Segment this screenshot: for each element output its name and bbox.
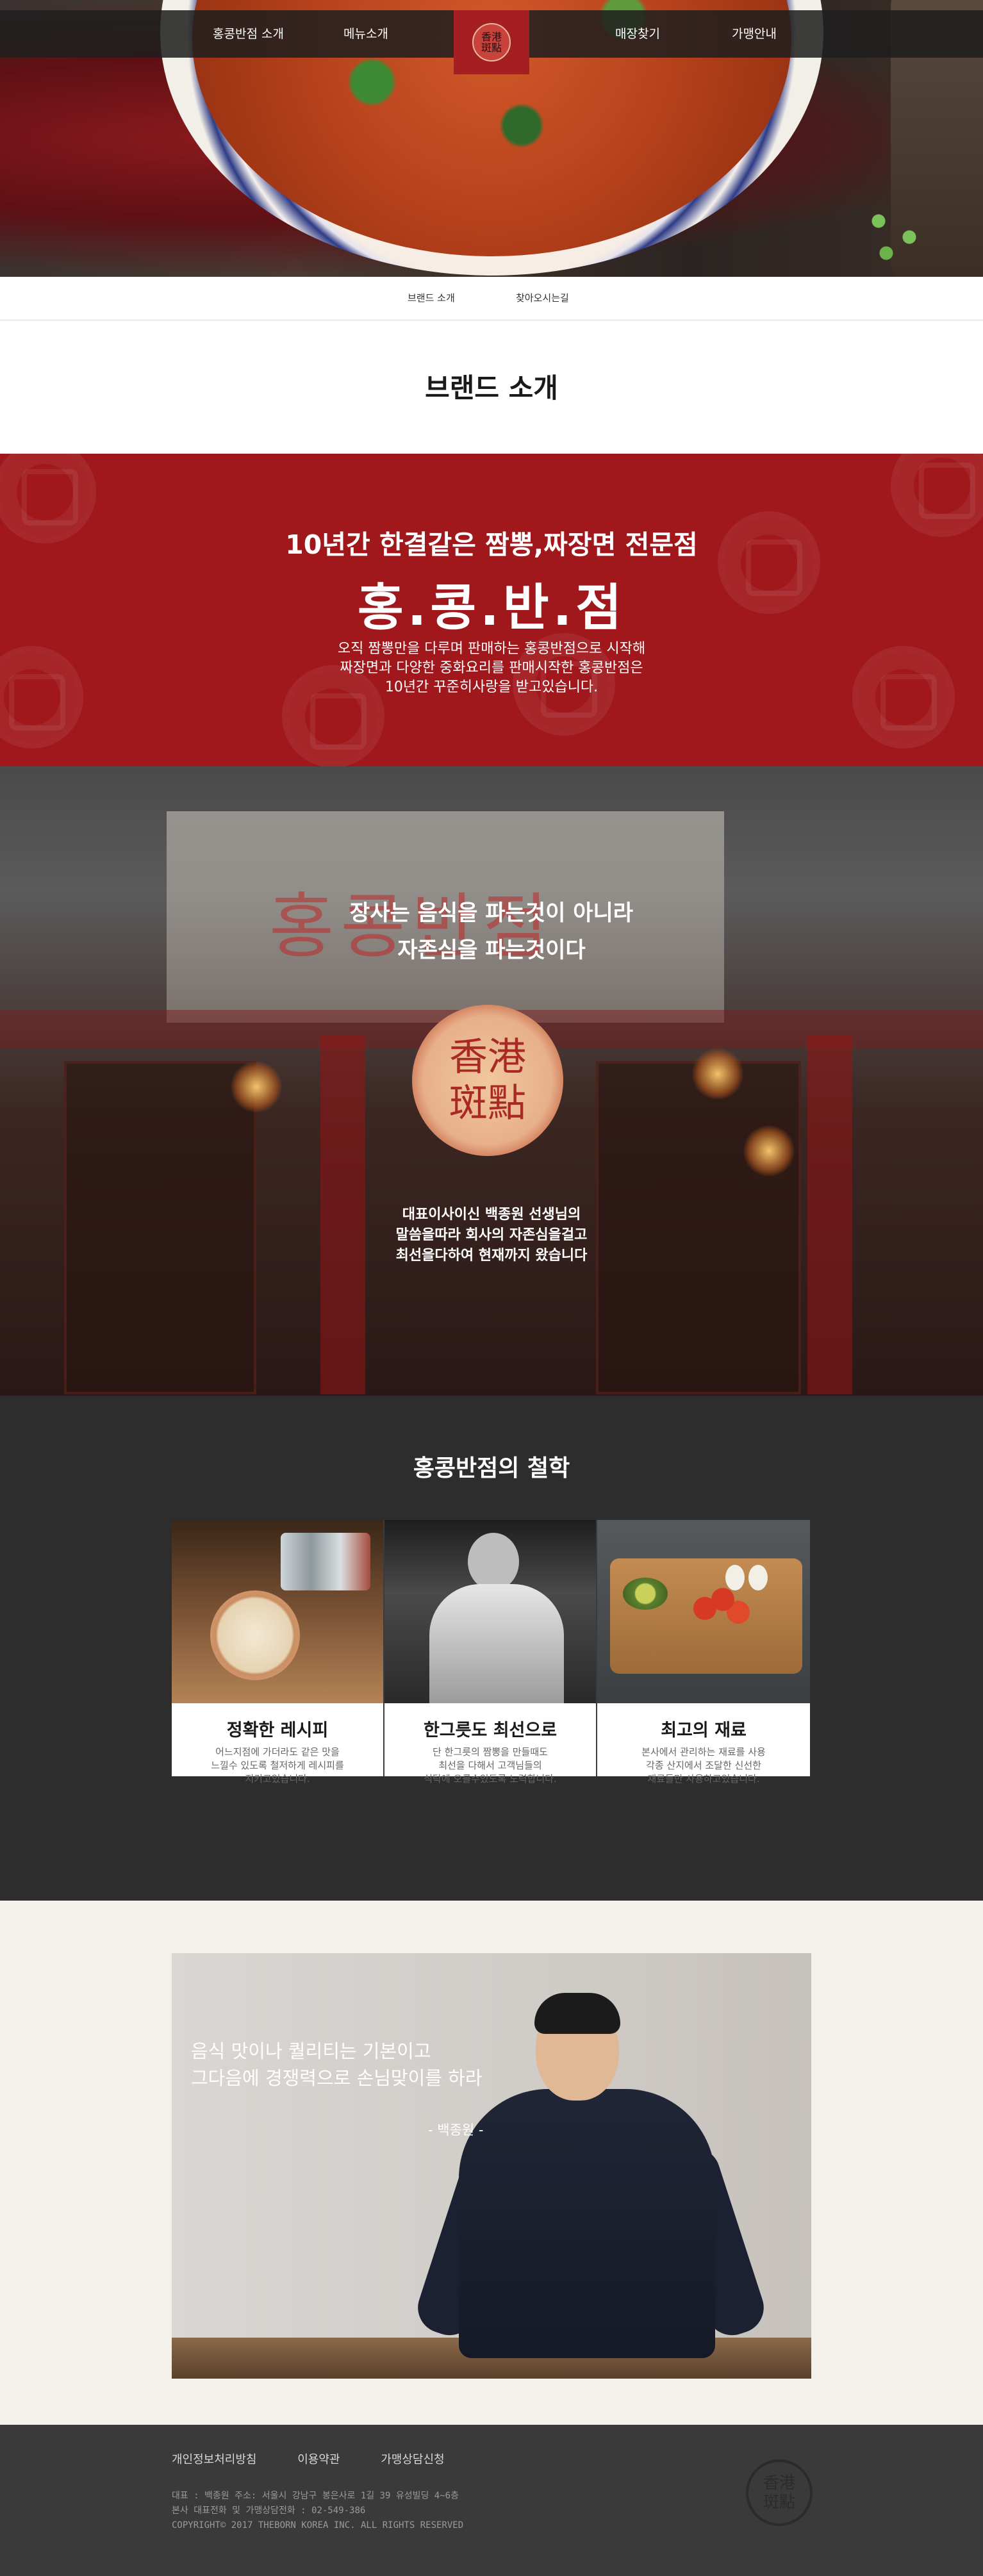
kitchen-scale-image: [172, 1520, 383, 1703]
card-description-line: 단 한그릇의 짬뽕을 만들때도: [433, 1746, 548, 1758]
philosophy-card: 한그릇도 최선으로 단 한그릇의 짬뽕을 만들때도 최선을 다해서 고객님들의 …: [384, 1520, 597, 1785]
chef-portrait-image: [459, 2089, 715, 2358]
footer-links: 개인정보처리방침 이용약관 가맹상담신청: [172, 2450, 482, 2467]
nav-item-franchise[interactable]: 가맹안내: [732, 10, 777, 58]
footer-link-terms[interactable]: 이용약관: [297, 2453, 340, 2466]
store-message-line: 최선을다하여 현재까지 왔습니다: [395, 1248, 588, 1264]
lantern-image: [743, 1125, 795, 1177]
chef-body-shape: [429, 1584, 564, 1703]
nav-item-store-finder[interactable]: 매장찾기: [615, 10, 660, 58]
philosophy-cards: 정확한 레시피 어느지점에 가더라도 같은 맛을 느낄수 있도록 철저하게 레시…: [172, 1520, 811, 1785]
intro-description-line: 10년간 꾸준히사랑을 받고있습니다.: [384, 679, 599, 695]
philosophy-card: 최고의 재료 본사에서 관리하는 재료를 사용 각종 산지에서 조달한 신선한 …: [597, 1520, 810, 1785]
logo-seal: 香港 斑點: [472, 23, 511, 62]
card-description-line: 어느지점에 가더라도 같은 맛을: [215, 1746, 340, 1758]
brand-seal: 香港 斑點: [412, 1005, 563, 1156]
card-description: 본사에서 관리하는 재료를 사용 각종 산지에서 조달한 신선한 재료들만 사용…: [597, 1746, 810, 1786]
seal-text: 香港 斑點: [449, 1035, 526, 1126]
logo-text: 香港 斑點: [481, 31, 502, 54]
lantern-image: [692, 1048, 743, 1100]
company-info-line: 본사 대표전화 및 가맹상담전화 : 02-549-386: [172, 2506, 366, 2516]
egg-shape: [725, 1565, 745, 1590]
storefront-section: 홍콩반점 장사는 음식을 파는것이 아니라 자존심을 파는것이다 香港 斑點 대…: [0, 766, 983, 1396]
footer-logo-text: 香港 斑點: [763, 2473, 795, 2511]
nav-item-menu[interactable]: 메뉴소개: [343, 10, 388, 58]
store-message-line: 말씀을따라 회사의 자존심을걸고: [395, 1227, 588, 1243]
subnav-item-brand-intro[interactable]: 브랜드 소개: [408, 291, 455, 304]
site-footer: 개인정보처리방침 이용약관 가맹상담신청 대표 : 백종원 주소: 서울시 강남…: [0, 2425, 983, 2576]
chef-hair-shape: [534, 1993, 620, 2034]
footer-logo: 香港 斑點: [746, 2459, 813, 2526]
store-motto: 장사는 음식을 파는것이 아니라 자존심을 파는것이다: [0, 895, 983, 969]
footer-link-privacy[interactable]: 개인정보처리방침: [172, 2453, 256, 2466]
philosophy-title: 홍콩반점의 철학: [413, 1455, 570, 1482]
card-description-line: 최선을 다해서 고객님들의: [438, 1760, 542, 1771]
store-motto-line: 장사는 음식을 파는것이 아니라: [349, 900, 634, 926]
company-info: 대표 : 백종원 주소: 서울시 강남구 봉은사로 1길 39 유성빌딩 4~6…: [172, 2489, 463, 2533]
card-title: 최고의 재료: [661, 1721, 747, 1740]
brand-logo[interactable]: 香港 斑點: [454, 10, 529, 74]
green-onion-image: [855, 202, 932, 266]
page-title: 브랜드 소개: [425, 372, 558, 404]
card-description-line: 식탁에 오를수있도록 노력합니다.: [424, 1773, 557, 1785]
brand-intro-section: 10년간 한결같은 짬뽕,짜장면 전문점 홍.콩.반.점 오직 짬뽕만을 다루며…: [0, 454, 983, 766]
sub-navigation: 브랜드 소개 찾아오시는길: [0, 277, 983, 320]
card-description-line: 지키고있습니다.: [245, 1773, 310, 1785]
chef-cooking-image: [384, 1520, 596, 1703]
store-message: 대표이사이신 백종원 선생님의 말씀을따라 회사의 자존심을걸고 최선을다하여 …: [0, 1205, 983, 1266]
card-title: 정확한 레시피: [226, 1721, 329, 1740]
philosophy-section: 홍콩반점의 철학 정확한 레시피 어느지점에 가더라도 같은 맛을 느낄수 있도…: [0, 1396, 983, 1901]
ingredients-board-image: [597, 1520, 810, 1703]
card-description: 단 한그릇의 짬뽕을 만들때도 최선을 다해서 고객님들의 식탁에 오를수있도록…: [384, 1746, 596, 1786]
lantern-image: [231, 1061, 282, 1112]
nav-item-brand-intro[interactable]: 홍콩반점 소개: [213, 10, 284, 58]
card-description: 어느지점에 가더라도 같은 맛을 느낄수 있도록 철저하게 레시피를 지키고있습…: [172, 1746, 383, 1786]
intro-description-line: 오직 짬뽕만을 다루며 판매하는 홍콩반점으로 시작해: [337, 641, 646, 657]
quote-line: 그다음에 경쟁력으로 손님맞이를 하라: [191, 2067, 483, 2089]
brand-name: 홍.콩.반.점: [358, 579, 625, 637]
card-description-line: 느낄수 있도록 철저하게 레시피를: [211, 1760, 344, 1771]
philosophy-card: 정확한 레시피 어느지점에 가더라도 같은 맛을 느낄수 있도록 철저하게 레시…: [172, 1520, 384, 1785]
card-description-line: 재료들만 사용하고있습니다.: [647, 1773, 760, 1785]
cans-shape: [281, 1533, 370, 1590]
intro-subtitle: 10년간 한결같은 짬뽕,짜장면 전문점: [285, 529, 698, 560]
company-info-line: 대표 : 백종원 주소: 서울시 강남구 봉은사로 1길 39 유성빌딩 4~6…: [172, 2491, 459, 2501]
tomato-shape: [693, 1597, 716, 1620]
chef-head-shape: [468, 1533, 519, 1590]
quote-author: - 백종원 -: [428, 2122, 484, 2138]
avocado-shape: [623, 1578, 668, 1610]
store-message-line: 대표이사이신 백종원 선생님의: [402, 1207, 581, 1223]
footer-link-franchise-inquiry[interactable]: 가맹상담신청: [381, 2453, 444, 2466]
quote-section: 음식 맛이나 퀄리티는 기본이고 그다음에 경쟁력으로 손님맞이를 하라 - 백…: [0, 1901, 983, 2425]
quote-banner: 음식 맛이나 퀄리티는 기본이고 그다음에 경쟁력으로 손님맞이를 하라 - 백…: [172, 1953, 811, 2379]
card-description-line: 본사에서 관리하는 재료를 사용: [641, 1746, 766, 1758]
top-navigation: 홍콩반점 소개 메뉴소개 매장찾기 가맹안내 香港 斑點: [0, 10, 983, 74]
quote-line: 음식 맛이나 퀄리티는 기본이고: [191, 2040, 431, 2062]
store-motto-line: 자존심을 파는것이다: [397, 937, 586, 963]
subnav-item-directions[interactable]: 찾아오시는길: [516, 291, 569, 304]
scale-dial-shape: [210, 1590, 300, 1680]
card-title: 한그릇도 최선으로: [423, 1721, 558, 1740]
card-description-line: 각종 산지에서 조달한 신선한: [646, 1760, 761, 1771]
intro-description: 오직 짬뽕만을 다루며 판매하는 홍콩반점으로 시작해 짜장면과 다양한 중화요…: [0, 640, 983, 697]
company-info-line: COPYRIGHT© 2017 THEBORN KOREA INC. ALL R…: [172, 2520, 464, 2531]
quote-text: 음식 맛이나 퀄리티는 기본이고 그다음에 경쟁력으로 손님맞이를 하라: [191, 2038, 483, 2092]
intro-description-line: 짜장면과 다양한 중화요리를 판매시작한 홍콩반점은: [340, 660, 643, 676]
